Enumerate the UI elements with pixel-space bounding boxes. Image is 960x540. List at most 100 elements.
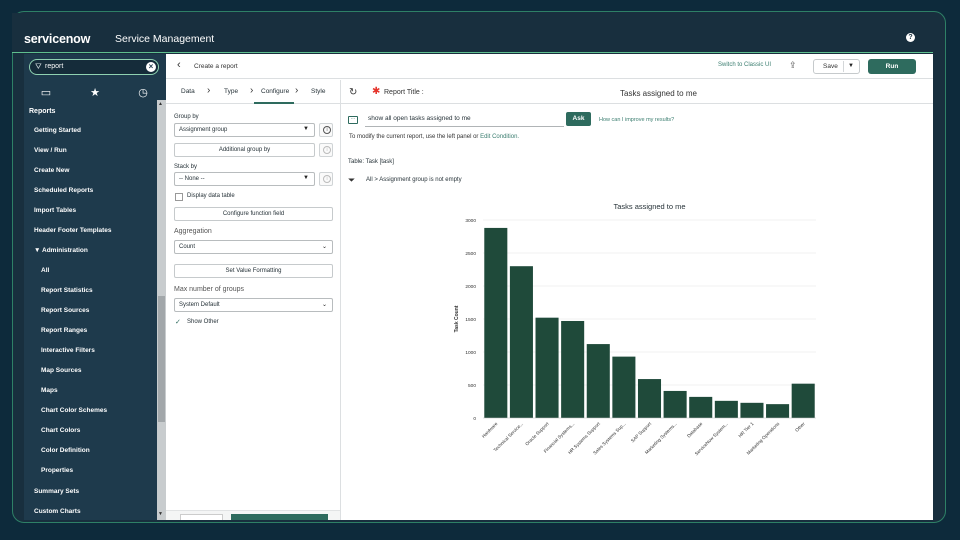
set-value-formatting-button[interactable]: Set Value Formatting	[174, 264, 333, 278]
sidebar-item-scheduled-reports[interactable]: Scheduled Reports	[34, 183, 93, 199]
configure-function-field-button[interactable]: Configure function field	[174, 207, 333, 221]
ask-button[interactable]: Ask	[566, 112, 591, 126]
sidebar-item-administration[interactable]: ▼ Administration	[34, 243, 88, 259]
aggregation-select[interactable]: Count ⌄	[174, 240, 333, 254]
tab-type[interactable]: Type	[224, 88, 238, 95]
chat-bubble-icon: ···	[348, 116, 358, 124]
run-button[interactable]: Run	[868, 59, 916, 74]
save-button[interactable]: Save ▼	[813, 59, 860, 74]
sidebar-item-report-sources[interactable]: Report Sources	[41, 303, 89, 319]
sidebar-item-label: Report Sources	[41, 307, 90, 314]
x-tick-label: Other	[794, 421, 806, 433]
switch-classic-ui-link[interactable]: Switch to Classic UI	[718, 62, 771, 68]
sidebar-item-properties[interactable]: Properties	[41, 463, 73, 479]
x-tick-label: Database	[686, 421, 704, 439]
save-divider	[843, 61, 844, 72]
tab-configure[interactable]: Configure	[261, 88, 289, 95]
chevron-down-icon: ⌄	[321, 244, 327, 250]
filter-funnel-icon[interactable]: ⏷	[348, 175, 355, 186]
sidebar-item-chart-colors[interactable]: Chart Colors	[41, 423, 80, 439]
footer-secondary-button[interactable]	[180, 514, 223, 520]
bar-chart: Tasks assigned to me 0 500 1000 1500 2000 2500…	[341, 190, 933, 510]
bar	[740, 402, 764, 418]
bar	[637, 379, 662, 418]
y-tick-label: 0	[473, 416, 476, 422]
sidebar-item-report-statistics[interactable]: Report Statistics	[41, 283, 93, 299]
x-tick-label: HR Tier 1	[737, 421, 755, 439]
max-groups-select[interactable]: System Default ⌄	[174, 298, 333, 312]
dropdown-arrow-icon: ▼	[303, 175, 309, 181]
sidebar-item-label: Interactive Filters	[41, 347, 95, 354]
y-axis-label: Task Count	[454, 305, 460, 332]
sidebar-item-label: Custom Charts	[34, 508, 81, 515]
sidebar-item-report-ranges[interactable]: Report Ranges	[41, 323, 87, 339]
show-other-checkmark-icon[interactable]: ✓	[175, 318, 181, 326]
tab-data[interactable]: Data	[181, 88, 195, 95]
improve-results-link[interactable]: How can I improve my results?	[599, 117, 674, 123]
expand-triangle-icon[interactable]: ▼	[34, 247, 42, 254]
sidebar-item-maps[interactable]: Maps	[41, 383, 58, 399]
max-groups-value: System Default	[179, 302, 220, 308]
sidebar-item-header-footer-templates[interactable]: Header Footer Templates	[34, 223, 112, 239]
help-icon[interactable]: ?	[906, 33, 915, 42]
sidebar-item-label: Color Definition	[41, 447, 90, 454]
chevron-down-icon[interactable]: ▼	[848, 63, 854, 69]
chevron-right-icon: ›	[207, 85, 211, 96]
sidebar-item-interactive-filters[interactable]: Interactive Filters	[41, 343, 95, 359]
sidebar-item-label: Scheduled Reports	[34, 187, 94, 194]
servicenow-logo[interactable]: servicenow	[24, 32, 90, 46]
stack-by-label: Stack by	[174, 164, 198, 170]
scroll-up-arrow-icon[interactable]: ▲	[158, 101, 163, 107]
sidebar-item-create-new[interactable]: Create New	[34, 163, 69, 179]
bar	[561, 320, 585, 418]
tab-style[interactable]: Style	[311, 88, 325, 95]
required-asterisk-icon: ✱	[372, 86, 381, 97]
sidebar-item-label: Getting Started	[34, 127, 81, 134]
sidebar-item-all[interactable]: All	[41, 263, 49, 279]
group-by-select[interactable]: Assignment group ▼	[174, 123, 315, 137]
all-menu-icon[interactable]: ▭	[39, 86, 53, 100]
sidebar-item-label: Map Sources	[41, 367, 82, 374]
bar-chart-svg: Tasks assigned to me 0 500 1000 1500 2000 2500…	[454, 202, 816, 456]
sidebar-item-import-tables[interactable]: Import Tables	[34, 203, 76, 219]
filter-all-link[interactable]: All	[366, 177, 373, 183]
sidebar-item-summary-sets[interactable]: Summary Sets	[34, 484, 79, 500]
clear-icon[interactable]: ×	[146, 62, 156, 72]
share-icon[interactable]: ⇪	[789, 60, 799, 72]
additional-group-by-info-icon: i	[319, 143, 333, 157]
footer-primary-button[interactable]	[231, 514, 328, 520]
y-tick-label: 1000	[465, 350, 476, 356]
favorites-star-icon[interactable]: ★	[88, 86, 102, 100]
display-data-table-checkbox[interactable]	[175, 193, 183, 201]
chevron-right-icon: ›	[250, 85, 254, 96]
stack-by-select[interactable]: -- None -- ▼	[174, 172, 315, 186]
bar	[509, 266, 533, 418]
stack-by-value: -- None --	[179, 176, 205, 182]
bar	[663, 390, 687, 418]
filter-condition[interactable]: Assignment group is not empty	[379, 177, 461, 183]
additional-group-by-button[interactable]: Additional group by	[174, 143, 315, 157]
sidebar-item-map-sources[interactable]: Map Sources	[41, 363, 81, 379]
refresh-icon[interactable]: ↻	[349, 87, 357, 98]
sidebar-scrollbar-thumb[interactable]	[158, 296, 165, 422]
sidebar-filter-value: report	[45, 63, 64, 70]
group-by-info-icon[interactable]: i	[319, 123, 333, 137]
sidebar-item-view-run[interactable]: View / Run	[34, 143, 67, 159]
sidebar-item-custom-charts[interactable]: Custom Charts	[34, 504, 81, 520]
report-title-input[interactable]: Tasks assigned to me	[620, 89, 697, 98]
sidebar-filter-input[interactable]: ⛛ report ×	[29, 59, 159, 75]
x-tick-label: Technical Service...	[493, 421, 525, 453]
back-chevron-icon[interactable]: ‹	[177, 59, 181, 71]
natural-language-query-input[interactable]: show all open tasks assigned to me	[365, 112, 564, 127]
scroll-down-arrow-icon[interactable]: ▼	[158, 511, 163, 517]
sidebar-item-color-definition[interactable]: Color Definition	[41, 443, 90, 459]
bar	[689, 396, 713, 418]
dropdown-arrow-icon: ▼	[303, 126, 309, 132]
history-clock-icon[interactable]: ◷	[136, 86, 150, 100]
app-title: Service Management	[115, 33, 215, 45]
report-title-label: Report Title :	[384, 89, 424, 96]
sidebar-item-getting-started[interactable]: Getting Started	[34, 123, 81, 139]
sidebar-item-chart-color-schemes[interactable]: Chart Color Schemes	[41, 403, 107, 419]
edit-condition-link[interactable]: Edit Condition.	[480, 134, 519, 140]
sidebar-heading-reports[interactable]: Reports	[29, 108, 55, 115]
